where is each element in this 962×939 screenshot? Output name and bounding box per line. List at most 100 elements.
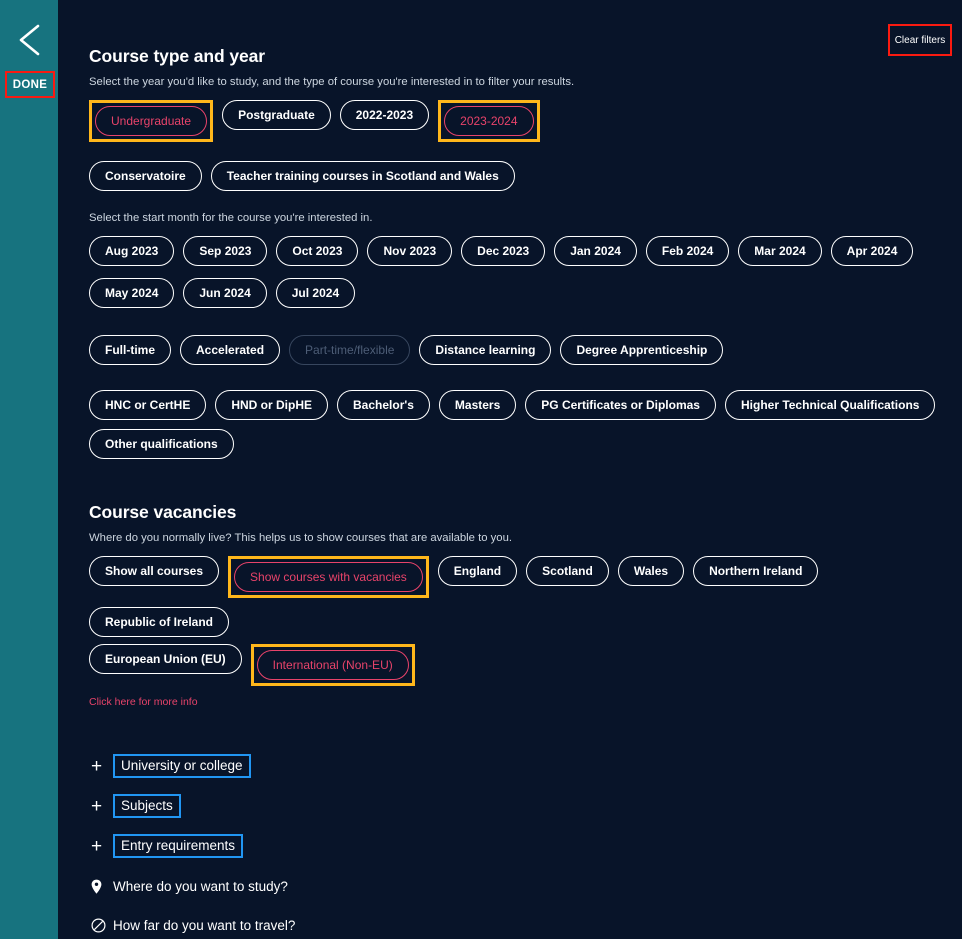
pill-2022-2023[interactable]: 2022-2023 bbox=[339, 100, 430, 130]
pill-label: Jul 2024 bbox=[291, 286, 340, 300]
pill-england[interactable]: England bbox=[437, 556, 518, 586]
pill-oct-2023[interactable]: Oct 2023 bbox=[276, 236, 359, 266]
pill-aug-2023[interactable]: Aug 2023 bbox=[89, 236, 175, 266]
pill-2023-2024[interactable]: 2023-2024 bbox=[444, 106, 534, 136]
accordion-label: Where do you want to study? bbox=[113, 878, 288, 894]
clear-filters-button[interactable]: Clear filters bbox=[888, 24, 952, 56]
accordion-label: University or college bbox=[113, 753, 251, 779]
course-vacancies-section-description: Where do you normally live? This helps u… bbox=[89, 532, 513, 544]
pill-wales[interactable]: Wales bbox=[617, 556, 685, 586]
main-content: Clear filters Course type and year Selec… bbox=[58, 0, 962, 939]
back-chevron-icon[interactable] bbox=[14, 22, 44, 58]
pill-label: Show courses with vacancies bbox=[250, 570, 407, 584]
pill-show-courses-with-vacancies[interactable]: Show courses with vacancies bbox=[234, 562, 423, 592]
pill-label: May 2024 bbox=[105, 286, 159, 300]
accordion-label: Entry requirements bbox=[113, 833, 244, 859]
study-mode-row: Full-time Accelerated Part-time/flexible… bbox=[89, 335, 944, 365]
pill-republic-of-ireland[interactable]: Republic of Ireland bbox=[89, 607, 230, 637]
done-button[interactable]: DONE bbox=[5, 71, 55, 98]
pill-hnc-or-certhe[interactable]: HNC or CertHE bbox=[89, 390, 207, 420]
done-button-label: DONE bbox=[12, 78, 48, 91]
pill-jul-2024[interactable]: Jul 2024 bbox=[275, 278, 356, 308]
pill-postgraduate[interactable]: Postgraduate bbox=[222, 100, 331, 130]
pill-show-all-courses[interactable]: Show all courses bbox=[89, 556, 220, 586]
more-info-link[interactable]: Click here for more info bbox=[89, 696, 198, 708]
pill-higher-technical-qualifications[interactable]: Higher Technical Qualifications bbox=[724, 390, 936, 420]
pill-label: Accelerated bbox=[196, 343, 265, 357]
start-month-description: Select the start month for the course yo… bbox=[89, 212, 373, 224]
pill-other-qualifications[interactable]: Other qualifications bbox=[89, 429, 234, 459]
pill-label: Bachelor's bbox=[353, 398, 414, 412]
pill-label: PG Certificates or Diplomas bbox=[541, 398, 700, 412]
pill-distance-learning[interactable]: Distance learning bbox=[419, 335, 552, 365]
pill-feb-2024[interactable]: Feb 2024 bbox=[645, 236, 730, 266]
pill-teacher-training[interactable]: Teacher training courses in Scotland and… bbox=[210, 161, 515, 191]
pill-mar-2024[interactable]: Mar 2024 bbox=[738, 236, 822, 266]
pill-scotland[interactable]: Scotland bbox=[526, 556, 609, 586]
pill-label: Feb 2024 bbox=[661, 244, 714, 258]
qualification-row: HNC or CertHE HND or DipHE Bachelor's Ma… bbox=[89, 390, 944, 459]
pill-label: Northern Ireland bbox=[709, 564, 803, 578]
vacancies-row-2: European Union (EU) International (Non-E… bbox=[89, 644, 944, 686]
pill-accelerated[interactable]: Accelerated bbox=[180, 335, 281, 365]
pill-nov-2023[interactable]: Nov 2023 bbox=[367, 236, 453, 266]
pill-may-2024[interactable]: May 2024 bbox=[89, 278, 175, 308]
pill-label: Dec 2023 bbox=[477, 244, 530, 258]
annotation-box-show-courses-with-vacancies: Show courses with vacancies bbox=[228, 556, 429, 598]
course-type-pill-row-2: Conservatoire Teacher training courses i… bbox=[89, 161, 944, 191]
pill-jan-2024[interactable]: Jan 2024 bbox=[554, 236, 637, 266]
pill-label: Jan 2024 bbox=[570, 244, 621, 258]
pill-sep-2023[interactable]: Sep 2023 bbox=[183, 236, 268, 266]
start-month-row-2: May 2024 Jun 2024 Jul 2024 bbox=[89, 278, 944, 308]
pill-degree-apprenticeship[interactable]: Degree Apprenticeship bbox=[560, 335, 724, 365]
pill-jun-2024[interactable]: Jun 2024 bbox=[183, 278, 267, 308]
pill-pg-certificates-or-diplomas[interactable]: PG Certificates or Diplomas bbox=[525, 390, 716, 420]
pill-label: Apr 2024 bbox=[846, 244, 898, 258]
course-type-section-description: Select the year you'd like to study, and… bbox=[89, 76, 575, 88]
pill-masters[interactable]: Masters bbox=[438, 390, 517, 420]
accordion-row-entry-requirements[interactable]: + Entry requirements bbox=[89, 826, 944, 866]
vacancies-row-1: Show all courses Show courses with vacan… bbox=[89, 556, 944, 637]
pill-label: Wales bbox=[633, 564, 669, 578]
accordion-row-where-do-you-want-to-study[interactable]: Where do you want to study? bbox=[89, 866, 944, 906]
annotation-box-international-non-eu: International (Non-EU) bbox=[250, 644, 415, 686]
pill-part-time-flexible: Part-time/flexible bbox=[289, 335, 411, 365]
pill-conservatoire[interactable]: Conservatoire bbox=[89, 161, 202, 191]
pill-dec-2023[interactable]: Dec 2023 bbox=[461, 236, 546, 266]
course-vacancies-section-title: Course vacancies bbox=[89, 502, 237, 522]
pill-label: Conservatoire bbox=[105, 169, 186, 183]
pill-european-union-eu[interactable]: European Union (EU) bbox=[89, 644, 242, 674]
filter-accordion: + University or college + Subjects + Ent… bbox=[89, 746, 944, 939]
pill-label: Show all courses bbox=[105, 564, 204, 578]
pill-label: Part-time/flexible bbox=[305, 343, 395, 357]
pill-undergraduate[interactable]: Undergraduate bbox=[95, 106, 208, 136]
accordion-row-university-or-college[interactable]: + University or college bbox=[89, 746, 944, 786]
plus-icon: + bbox=[91, 755, 103, 777]
accordion-row-subjects[interactable]: + Subjects bbox=[89, 786, 944, 826]
pill-full-time[interactable]: Full-time bbox=[89, 335, 171, 365]
accordion-label: Subjects bbox=[113, 793, 181, 819]
pill-label: Sep 2023 bbox=[199, 244, 252, 258]
pill-label: Full-time bbox=[105, 343, 155, 357]
course-type-section-title: Course type and year bbox=[89, 46, 265, 66]
pill-label: Oct 2023 bbox=[292, 244, 343, 258]
pill-label: Undergraduate bbox=[111, 114, 192, 128]
annotation-box-undergraduate: Undergraduate bbox=[89, 100, 214, 142]
pill-label: 2022-2023 bbox=[355, 108, 414, 122]
pill-label: Other qualifications bbox=[105, 437, 218, 451]
pill-northern-ireland[interactable]: Northern Ireland bbox=[693, 556, 819, 586]
pill-bachelors[interactable]: Bachelor's bbox=[337, 390, 430, 420]
pill-international-non-eu[interactable]: International (Non-EU) bbox=[256, 650, 409, 680]
annotation-box-2023-2024: 2023-2024 bbox=[438, 100, 540, 142]
pill-apr-2024[interactable]: Apr 2024 bbox=[830, 236, 914, 266]
plus-icon: + bbox=[91, 795, 103, 817]
pill-label: Teacher training courses in Scotland and… bbox=[226, 169, 499, 183]
accordion-row-how-far-do-you-want-to-travel[interactable]: How far do you want to travel? bbox=[89, 906, 944, 939]
clear-filters-label: Clear filters bbox=[894, 34, 946, 46]
course-type-pill-row-1: Undergraduate Postgraduate 2022-2023 202… bbox=[89, 100, 944, 142]
pill-label: Postgraduate bbox=[238, 108, 315, 122]
pill-label: Jun 2024 bbox=[199, 286, 251, 300]
pill-hnd-or-diphe[interactable]: HND or DipHE bbox=[215, 390, 329, 420]
pill-label: International (Non-EU) bbox=[272, 658, 393, 672]
map-pin-icon bbox=[91, 879, 113, 894]
